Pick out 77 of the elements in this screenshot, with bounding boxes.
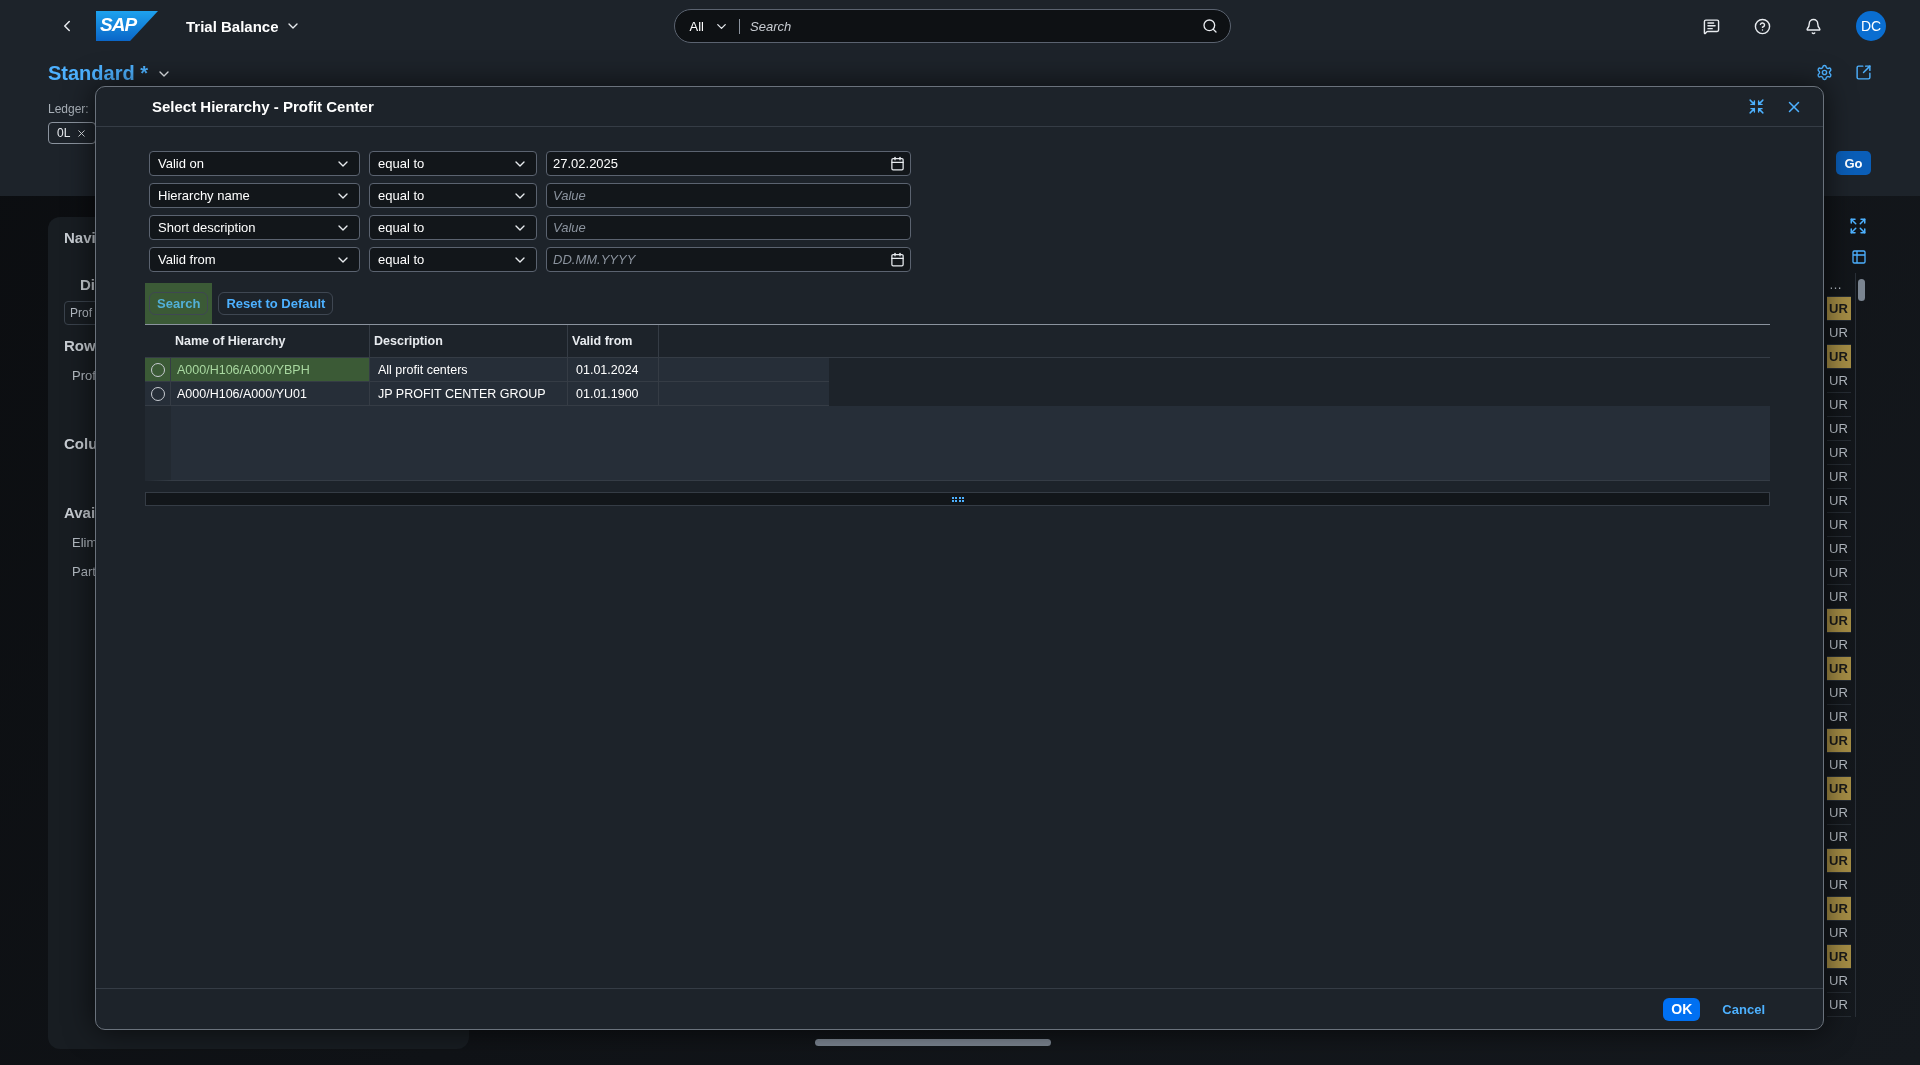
table-cell: 01.01.1900 xyxy=(568,382,659,405)
operator-dropdown[interactable]: equal to xyxy=(369,247,537,272)
table-cell: UR xyxy=(1827,417,1851,441)
cancel-button[interactable]: Cancel xyxy=(1716,1000,1771,1018)
search-icon[interactable] xyxy=(1201,18,1218,34)
go-button[interactable]: Go xyxy=(1836,151,1871,175)
export-icon[interactable] xyxy=(1855,64,1872,81)
bell-icon[interactable] xyxy=(1805,17,1822,35)
column-header: Name of Hierarchy xyxy=(171,325,370,357)
table-cell: UR xyxy=(1827,801,1851,825)
input-field[interactable]: Value xyxy=(546,183,911,208)
table-cell: All profit centers xyxy=(370,358,568,381)
ok-button[interactable]: OK xyxy=(1663,997,1701,1021)
table-cell: UR xyxy=(1827,345,1851,369)
table-cell: UR xyxy=(1827,609,1851,633)
table-cell: JP PROFIT CENTER GROUP xyxy=(370,382,568,405)
scope-dropdown[interactable]: All xyxy=(686,18,740,34)
table-cell: UR xyxy=(1827,513,1851,537)
panel-heading: Row xyxy=(64,337,96,354)
panel-item[interactable]: Part xyxy=(72,564,96,579)
calendar-icon[interactable] xyxy=(890,156,905,171)
table-cell: A000/H106/A000/YU01 xyxy=(171,382,370,405)
input-field[interactable]: Value xyxy=(546,215,911,240)
table-cell: UR xyxy=(1827,945,1851,969)
logo[interactable]: SAP xyxy=(96,11,158,41)
search-input[interactable]: Search xyxy=(740,17,1202,35)
field-dropdown[interactable]: Valid on xyxy=(149,151,360,176)
panel-heading: Navi xyxy=(64,229,96,246)
calendar-icon[interactable] xyxy=(890,252,905,267)
dialog-title: Select Hierarchy - Profit Center xyxy=(152,98,374,115)
table-cell: UR xyxy=(1827,369,1851,393)
table-cell: UR xyxy=(1827,393,1851,417)
table-cell: UR xyxy=(1827,489,1851,513)
table-cell: UR xyxy=(1827,849,1851,873)
scrollbar-thumb[interactable] xyxy=(1858,279,1865,301)
table-cell: UR xyxy=(1827,297,1851,321)
user-avatar[interactable]: DC xyxy=(1856,11,1886,41)
shrink-icon[interactable] xyxy=(1748,98,1765,115)
table-cell: A000/H106/A000/YBPH xyxy=(171,358,370,381)
variant-selector[interactable]: Standard * xyxy=(48,62,173,85)
date-field[interactable]: DD.MM.YYYY xyxy=(546,247,911,272)
app-title-menu[interactable]: Trial Balance xyxy=(186,17,301,35)
date-field[interactable]: 27.02.2025 xyxy=(546,151,911,176)
table-cell: UR xyxy=(1827,465,1851,489)
table-cell: UR xyxy=(1827,729,1851,753)
help-icon[interactable] xyxy=(1754,17,1771,35)
operator-dropdown[interactable]: equal to xyxy=(369,183,537,208)
expand-icon[interactable] xyxy=(1849,217,1867,235)
table-cell: UR xyxy=(1827,993,1851,1017)
scrollbar-thumb[interactable] xyxy=(815,1039,1051,1046)
table-settings-icon[interactable] xyxy=(1851,249,1867,265)
ledger-label: Ledger: xyxy=(48,102,89,116)
table-cell: UR xyxy=(1827,561,1851,585)
table-cell: 01.01.2024 xyxy=(568,358,659,381)
search-field[interactable]: All Search xyxy=(673,9,1231,43)
panel-heading: Di xyxy=(80,276,95,293)
table-cell: UR xyxy=(1827,969,1851,993)
table-cell: UR xyxy=(1827,441,1851,465)
operator-dropdown[interactable]: equal to xyxy=(369,151,537,176)
table-cell: UR xyxy=(1827,681,1851,705)
panel-heading: Avai xyxy=(64,504,96,521)
table-cell: UR xyxy=(1827,657,1851,681)
operator-dropdown[interactable]: equal to xyxy=(369,215,537,240)
field-dropdown[interactable]: Valid from xyxy=(149,247,360,272)
table-cell: UR xyxy=(1827,537,1851,561)
field-dropdown[interactable]: Hierarchy name xyxy=(149,183,360,208)
field-dropdown[interactable]: Short description xyxy=(149,215,360,240)
table-cell: UR xyxy=(1827,777,1851,801)
reset-button[interactable]: Reset to Default xyxy=(218,292,334,315)
table-cell: UR xyxy=(1827,897,1851,921)
column-header: Valid from xyxy=(568,325,659,357)
resize-handle[interactable] xyxy=(951,496,964,502)
remove-icon[interactable] xyxy=(76,127,88,139)
panel-item[interactable]: Prof xyxy=(72,368,96,383)
settings-icon[interactable] xyxy=(1816,64,1833,81)
message-icon[interactable] xyxy=(1703,17,1720,35)
column-header: Description xyxy=(370,325,568,357)
